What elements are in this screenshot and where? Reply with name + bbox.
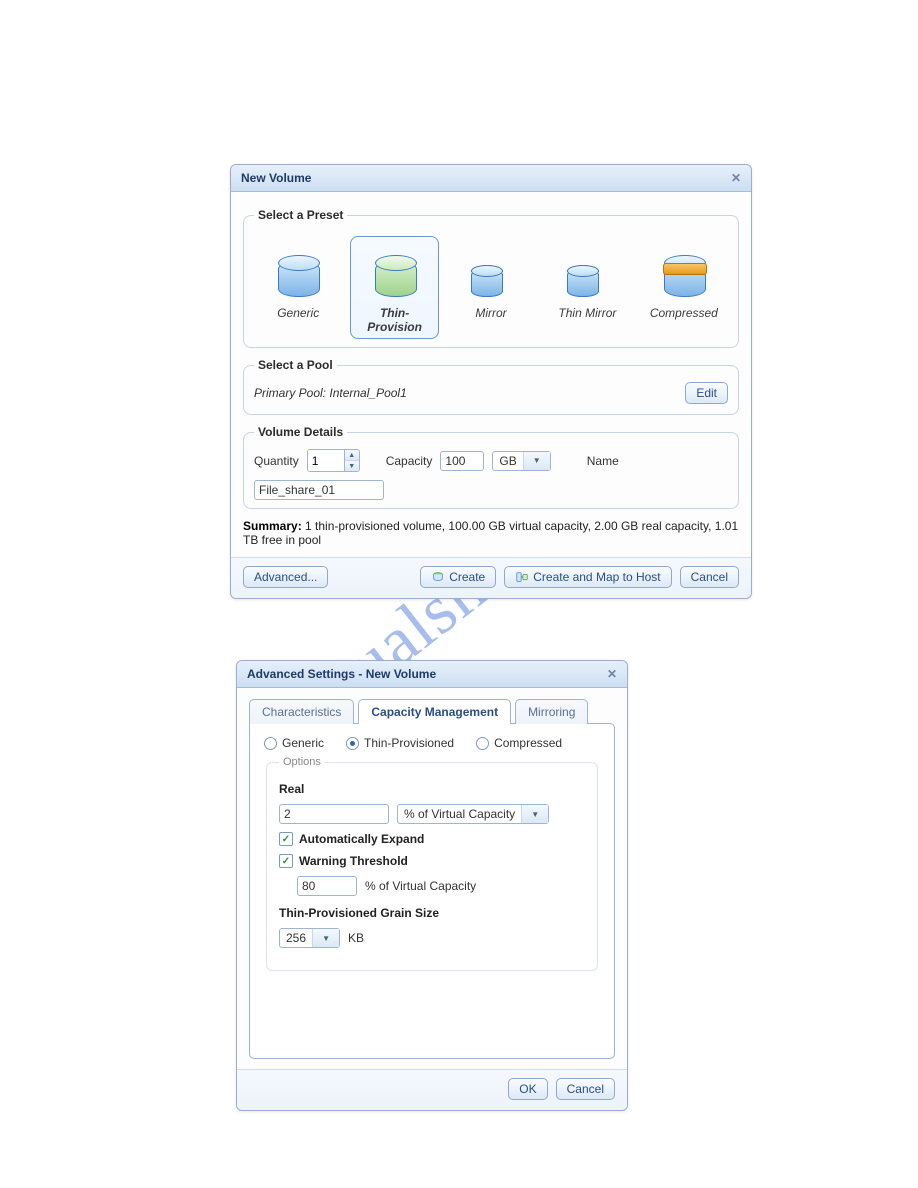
- close-icon[interactable]: ✕: [731, 171, 741, 185]
- preset-label: Thin-Provision: [353, 306, 435, 334]
- create-button[interactable]: Create: [420, 566, 496, 588]
- advanced-button[interactable]: Advanced...: [243, 566, 328, 588]
- dialog-footer: Advanced... Create Create and Map to Hos…: [231, 557, 751, 598]
- pool-label: Primary Pool:: [254, 386, 326, 400]
- chevron-down-icon[interactable]: ▼: [312, 929, 339, 947]
- thin-mirror-icon: [562, 243, 612, 297]
- preset-list: Generic Thin-Provision Mirror Th: [254, 232, 728, 339]
- dialog-body: Characteristics Capacity Management Mirr…: [237, 688, 627, 1069]
- edit-pool-button[interactable]: Edit: [685, 382, 728, 404]
- volume-details-legend: Volume Details: [254, 425, 347, 439]
- preset-label: Compressed: [643, 306, 725, 320]
- real-label: Real: [279, 782, 585, 796]
- preset-group: Select a Preset Generic Thin-Provision M…: [243, 208, 739, 348]
- preset-legend: Select a Preset: [254, 208, 347, 222]
- ok-button[interactable]: OK: [508, 1078, 547, 1100]
- preset-thin-provision[interactable]: Thin-Provision: [350, 236, 438, 339]
- tab-mirroring[interactable]: Mirroring: [515, 699, 588, 724]
- cancel-button[interactable]: Cancel: [680, 566, 739, 588]
- grain-value: 256: [280, 929, 312, 947]
- chevron-down-icon[interactable]: ▼: [523, 452, 550, 470]
- preset-compressed[interactable]: Compressed: [640, 236, 728, 339]
- volume-row: Quantity ▲ ▼ Capacity GB ▼ Name: [254, 449, 728, 500]
- new-volume-dialog: New Volume ✕ Select a Preset Generic Thi…: [230, 164, 752, 599]
- name-input[interactable]: [254, 480, 384, 500]
- summary: Summary: 1 thin-provisioned volume, 100.…: [243, 519, 739, 547]
- tab-bar: Characteristics Capacity Management Mirr…: [249, 699, 615, 724]
- grain-select[interactable]: 256 ▼: [279, 928, 340, 948]
- titlebar: Advanced Settings - New Volume ✕: [237, 661, 627, 688]
- warning-threshold-checkbox[interactable]: Warning Threshold: [279, 854, 408, 868]
- radio-label: Generic: [282, 736, 324, 750]
- capacity-unit-select[interactable]: GB ▼: [492, 451, 550, 471]
- capacity-label: Capacity: [386, 454, 433, 468]
- radio-label: Thin-Provisioned: [364, 736, 454, 750]
- create-label: Create: [449, 570, 485, 584]
- auto-expand-checkbox[interactable]: Automatically Expand: [279, 832, 424, 846]
- compressed-icon: [659, 243, 709, 297]
- quantity-stepper[interactable]: ▲ ▼: [307, 449, 360, 472]
- preset-mirror[interactable]: Mirror: [447, 236, 535, 339]
- radio-compressed[interactable]: Compressed: [476, 736, 562, 750]
- titlebar: New Volume ✕: [231, 165, 751, 192]
- warning-input[interactable]: [297, 876, 357, 896]
- real-unit-select[interactable]: % of Virtual Capacity ▼: [397, 804, 549, 824]
- capacity-unit-value: GB: [493, 452, 522, 470]
- stepper-down-icon[interactable]: ▼: [345, 461, 359, 471]
- dialog-body: Select a Preset Generic Thin-Provision M…: [231, 192, 751, 557]
- options-group: Options Real % of Virtual Capacity ▼ Aut…: [266, 756, 598, 971]
- radio-generic[interactable]: Generic: [264, 736, 324, 750]
- options-legend: Options: [279, 756, 325, 768]
- map-icon: [515, 570, 529, 584]
- pool-value: Internal_Pool1: [329, 386, 406, 400]
- grain-unit: KB: [348, 931, 364, 945]
- create-map-label: Create and Map to Host: [533, 570, 660, 584]
- capacity-input[interactable]: [440, 451, 484, 471]
- create-map-button[interactable]: Create and Map to Host: [504, 566, 671, 588]
- radio-thin-provisioned[interactable]: Thin-Provisioned: [346, 736, 454, 750]
- cancel-button[interactable]: Cancel: [556, 1078, 615, 1100]
- summary-label: Summary:: [243, 519, 302, 533]
- thin-provision-icon: [370, 243, 420, 297]
- tab-characteristics[interactable]: Characteristics: [249, 699, 354, 724]
- warning-threshold-label: Warning Threshold: [299, 854, 408, 868]
- radio-label: Compressed: [494, 736, 562, 750]
- grain-label: Thin-Provisioned Grain Size: [279, 906, 585, 920]
- quantity-input[interactable]: [308, 450, 344, 471]
- generic-icon: [273, 243, 323, 297]
- mirror-icon: [466, 243, 516, 297]
- pool-legend: Select a Pool: [254, 358, 337, 372]
- dialog-title: New Volume: [241, 171, 311, 185]
- volume-details-group: Volume Details Quantity ▲ ▼ Capacity GB …: [243, 425, 739, 509]
- preset-thin-mirror[interactable]: Thin Mirror: [543, 236, 631, 339]
- real-input[interactable]: [279, 804, 389, 824]
- dialog-footer: OK Cancel: [237, 1069, 627, 1110]
- preset-label: Mirror: [450, 306, 532, 320]
- provision-type-row: Generic Thin-Provisioned Compressed: [264, 736, 600, 750]
- advanced-settings-dialog: Advanced Settings - New Volume ✕ Charact…: [236, 660, 628, 1111]
- summary-text: 1 thin-provisioned volume, 100.00 GB vir…: [243, 519, 738, 547]
- close-icon[interactable]: ✕: [607, 667, 617, 681]
- preset-label: Thin Mirror: [546, 306, 628, 320]
- stepper-up-icon[interactable]: ▲: [345, 450, 359, 461]
- preset-label: Generic: [257, 306, 339, 320]
- warning-unit: % of Virtual Capacity: [365, 879, 476, 893]
- preset-generic[interactable]: Generic: [254, 236, 342, 339]
- real-unit-value: % of Virtual Capacity: [398, 805, 521, 823]
- auto-expand-label: Automatically Expand: [299, 832, 424, 846]
- tab-capacity-management[interactable]: Capacity Management: [358, 699, 511, 724]
- quantity-label: Quantity: [254, 454, 299, 468]
- chevron-down-icon[interactable]: ▼: [521, 805, 548, 823]
- dialog-title: Advanced Settings - New Volume: [247, 667, 436, 681]
- pool-group: Select a Pool Primary Pool: Internal_Poo…: [243, 358, 739, 415]
- pool-text: Primary Pool: Internal_Pool1: [254, 386, 407, 400]
- tab-page: Generic Thin-Provisioned Compressed Opti…: [249, 723, 615, 1059]
- create-icon: [431, 570, 445, 584]
- name-label: Name: [587, 454, 619, 468]
